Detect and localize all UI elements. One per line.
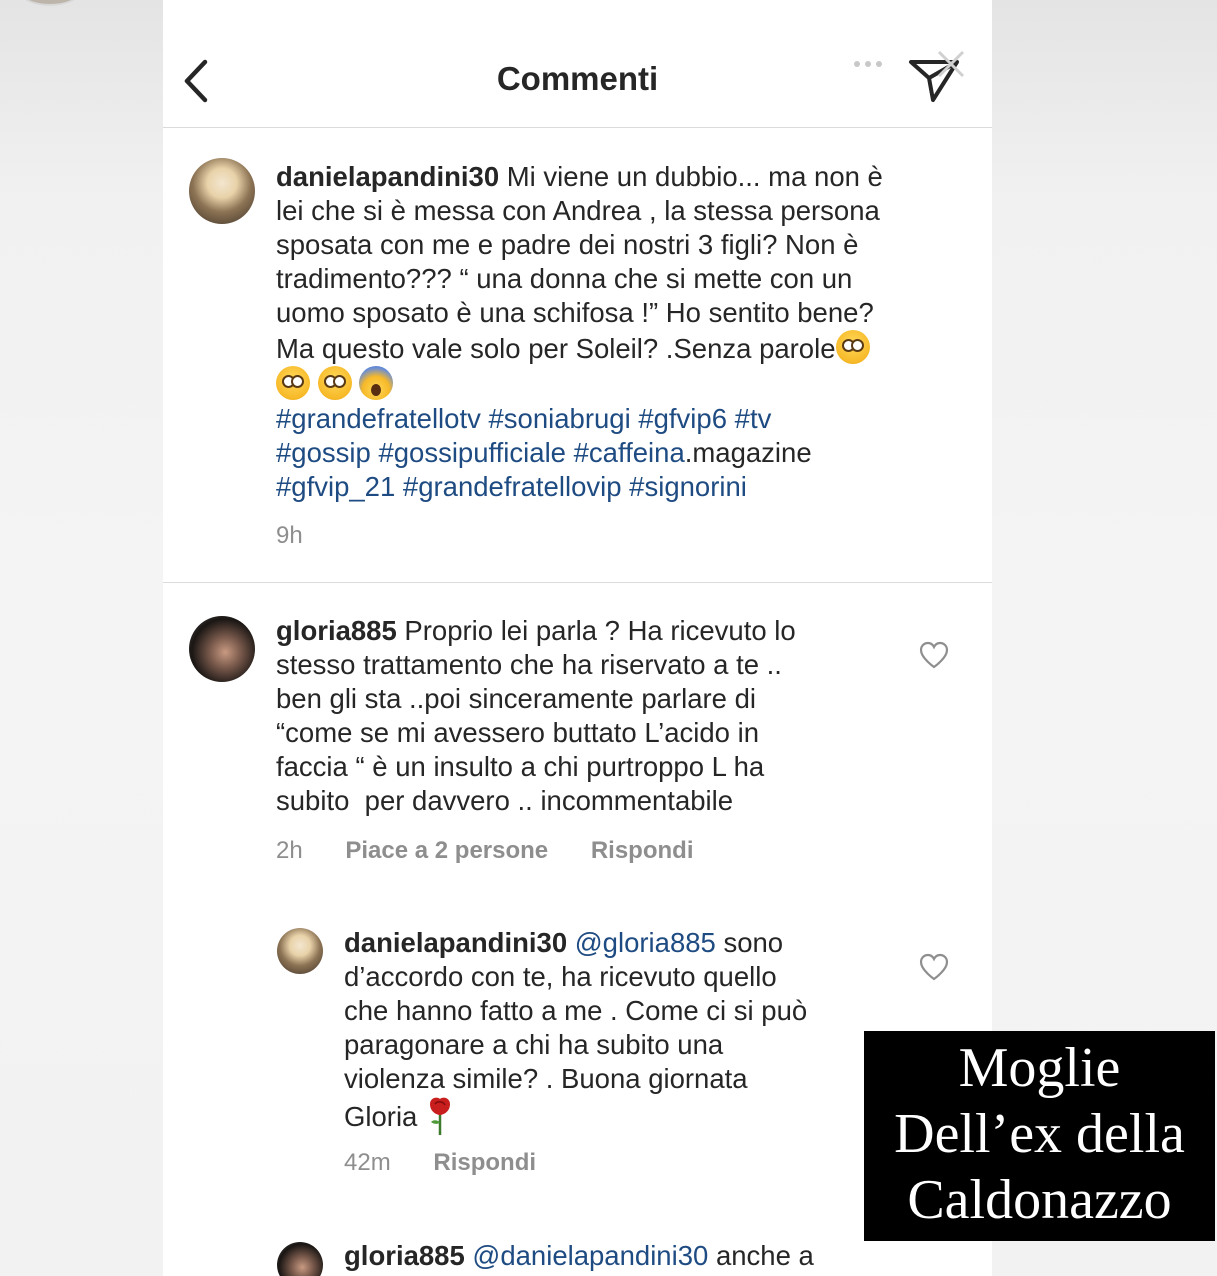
comment-username[interactable]: gloria885 [276,615,397,646]
comment-line: tradimento??? “ una donna che si mette c… [276,263,853,294]
caption-overlay: Moglie Dell’ex della Caldonazzo [864,1031,1215,1241]
header: Commenti [163,0,992,128]
comment-line: anche a [715,1240,814,1271]
comment-line: uomo sposato è una schifosa !” Ho sentit… [276,297,874,328]
avatar[interactable] [189,158,255,224]
divider [163,582,992,583]
comment-line: Mi viene un dubbio... ma non è [506,161,883,192]
hashtag-link[interactable]: #tv [735,403,772,434]
comment-line: sono [723,927,784,958]
comment-line: subito per davvero .. incommentabile [276,785,734,816]
reply-button[interactable]: Rispondi [591,837,694,864]
comment-line: che hanno fatto a me . Come ci si può [344,995,808,1026]
comment-time: 9h [276,522,303,549]
heart-outline-icon[interactable] [919,641,949,669]
more-dots-icon [854,61,882,67]
comment-time: 42m [344,1149,391,1176]
comment-line: d’accordo con te, ha ricevuto quello [344,961,777,992]
caption-line: Caldonazzo [907,1169,1172,1231]
hashtag-link[interactable]: #gossipufficiale [378,437,566,468]
caption-line: Moglie [958,1037,1121,1099]
hashtag-suffix: .magazine [684,437,812,468]
comment-line: paragonare a chi ha subito una [344,1029,724,1060]
likes-count[interactable]: Piace a 2 persone [345,837,548,864]
flushed-face-emoji [276,366,310,400]
avatar[interactable] [189,616,255,682]
avatar[interactable] [277,928,323,974]
comment-meta: 2h Piace a 2 persone Rispondi [276,837,729,865]
mention-link[interactable]: @danielapandini30 [472,1240,708,1271]
hashtag-link[interactable]: #caffeina [574,437,685,468]
comment-meta: 9h [276,522,339,550]
mention-link[interactable]: @gloria885 [575,927,716,958]
comment-line: Proprio lei parla ? Ha ricevuto lo [404,615,796,646]
comment-time: 2h [276,837,303,864]
hashtag-link[interactable]: #grandefratellovip [403,471,622,502]
comment-line: “come se mi avessero buttato L’acido in [276,717,760,748]
comment-line: violenza simile? . Buona giornata [344,1063,748,1094]
comment-line: sposata con me e padre dei nostri 3 figl… [276,229,859,260]
post-comment-text: danielapandini30 Mi viene un dubbio... m… [276,160,976,504]
comment-username[interactable]: gloria885 [344,1240,465,1271]
hashtag-link[interactable]: #grandefratellotv [276,403,481,434]
comment-text: gloria885 Proprio lei parla ? Ha ricevut… [276,614,896,818]
comment-meta: 42m Rispondi [344,1149,572,1177]
hashtag-link[interactable]: #gossip [276,437,371,468]
rose-emoji [430,1097,450,1135]
hashtag-link[interactable]: #gfvip6 [638,403,727,434]
caption-line: Dell’ex della [894,1103,1185,1165]
comment-username[interactable]: danielapandini30 [344,927,567,958]
comment-line: stesso trattamento che ha riservato a te… [276,649,782,680]
avatar[interactable] [277,1242,323,1276]
comment-line: Gloria [344,1101,418,1132]
reply-button[interactable]: Rispondi [433,1149,536,1176]
screaming-face-emoji [359,366,394,400]
reply-text: gloria885 @danielapandini30 anche a [344,1239,944,1273]
comment-line: Ma questo vale solo per Soleil? .Senza p… [276,333,836,364]
flushed-face-emoji [317,366,352,400]
comment-line: ben gli sta ..poi sinceramente parlare d… [276,683,756,714]
heart-outline-icon[interactable] [919,953,949,981]
hashtag-link[interactable]: #soniabrugi [489,403,631,434]
comment-username[interactable]: danielapandini30 [276,161,499,192]
reply-text: danielapandini30 @gloria885 sono d’accor… [344,926,904,1136]
hashtag-link[interactable]: #gfvip_21 [276,471,395,502]
hashtag-link[interactable]: #signorini [629,471,747,502]
paper-plane-icon[interactable] [905,48,965,104]
flushed-face-emoji [835,330,870,364]
story-avatar [20,0,80,6]
comment-line: lei che si è messa con Andrea , la stess… [276,195,880,226]
comment-line: faccia “ è un insulto a chi purtroppo L … [276,751,765,782]
